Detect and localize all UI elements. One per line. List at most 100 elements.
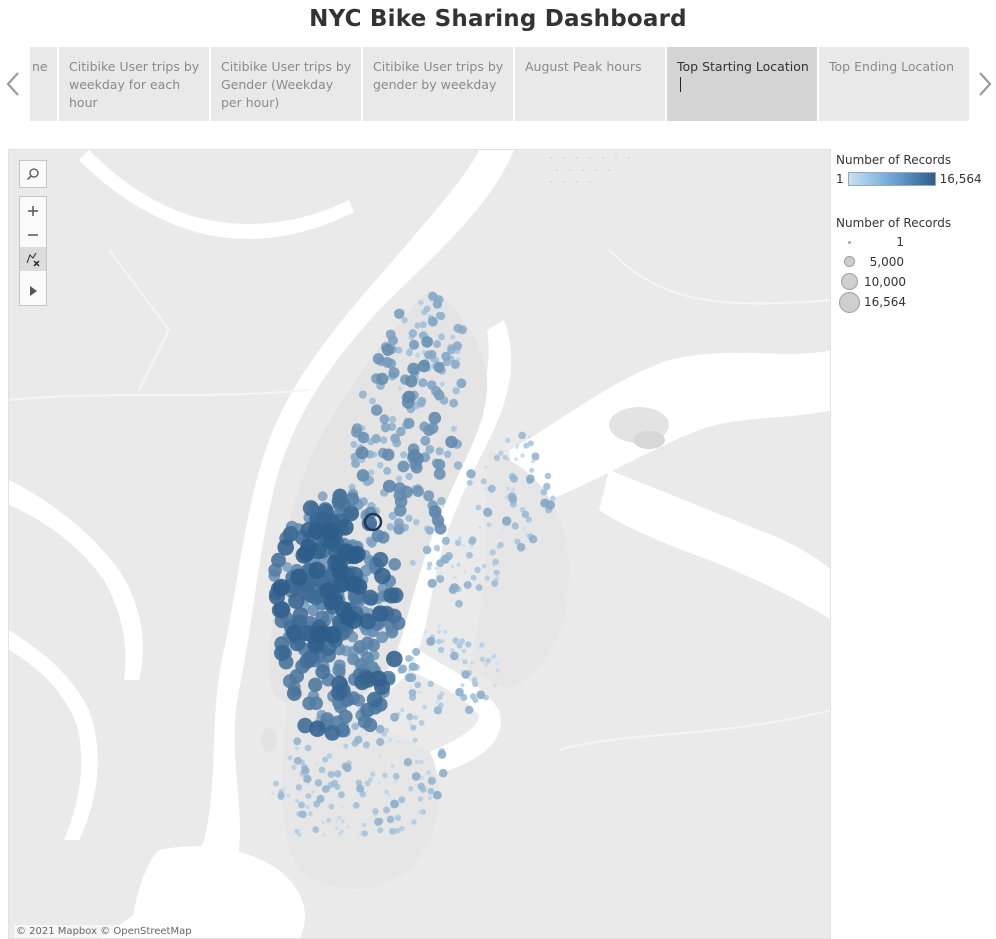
station-point[interactable] <box>341 805 345 809</box>
station-point[interactable] <box>374 567 391 585</box>
station-point[interactable] <box>470 693 477 700</box>
station-point[interactable] <box>468 537 476 545</box>
station-point[interactable] <box>324 725 341 741</box>
station-point[interactable] <box>295 784 303 791</box>
station-point[interactable] <box>418 690 422 694</box>
station-point[interactable] <box>454 539 462 546</box>
station-point[interactable] <box>288 592 305 609</box>
station-point[interactable] <box>418 299 424 306</box>
tab-trips-by-gender-hour[interactable]: Citibike User trips by Gender (Weekday p… <box>211 47 361 121</box>
station-point[interactable] <box>379 436 388 444</box>
station-point[interactable] <box>317 491 328 502</box>
station-point[interactable] <box>315 664 331 680</box>
station-point[interactable] <box>360 728 364 732</box>
station-point[interactable] <box>498 450 504 456</box>
station-point[interactable] <box>461 670 471 679</box>
station-point[interactable] <box>298 801 305 809</box>
station-point[interactable] <box>305 793 312 800</box>
station-point[interactable] <box>398 664 408 674</box>
station-point[interactable] <box>412 737 418 743</box>
station-point[interactable] <box>293 737 302 746</box>
station-point[interactable] <box>316 794 325 803</box>
station-point[interactable] <box>438 333 445 341</box>
station-point[interactable] <box>287 755 293 761</box>
station-point[interactable] <box>510 475 518 483</box>
station-point[interactable] <box>406 713 414 721</box>
station-point[interactable] <box>395 475 403 482</box>
station-point[interactable] <box>390 712 399 722</box>
tab-top-ending-location[interactable]: Top Ending Location <box>819 47 969 121</box>
station-point[interactable] <box>502 454 508 461</box>
station-point[interactable] <box>271 791 275 796</box>
station-point[interactable] <box>452 387 460 395</box>
station-point[interactable] <box>390 433 400 444</box>
station-point[interactable] <box>466 551 473 559</box>
station-point[interactable] <box>410 724 417 731</box>
station-point[interactable] <box>427 561 433 567</box>
station-point[interactable] <box>432 790 442 800</box>
station-point[interactable] <box>452 637 459 644</box>
station-point[interactable] <box>331 493 347 509</box>
station-point[interactable] <box>386 650 403 668</box>
station-point[interactable] <box>394 495 408 508</box>
station-point[interactable] <box>376 372 389 385</box>
station-point[interactable] <box>322 833 326 837</box>
station-point[interactable] <box>437 750 447 759</box>
station-point[interactable] <box>525 474 535 484</box>
station-point[interactable] <box>422 545 432 555</box>
station-point[interactable] <box>489 549 496 556</box>
station-point[interactable] <box>412 485 424 498</box>
zoom-in-icon[interactable] <box>20 199 46 223</box>
station-point[interactable] <box>466 469 476 479</box>
station-point[interactable] <box>464 705 474 715</box>
station-point[interactable] <box>407 673 417 683</box>
station-point[interactable] <box>294 746 300 751</box>
tab-trips-by-weekday-hour[interactable]: Citibike User trips by weekday for each … <box>59 47 209 121</box>
station-point[interactable] <box>514 457 518 462</box>
station-point[interactable] <box>487 484 496 493</box>
station-point[interactable] <box>421 336 433 348</box>
station-point[interactable] <box>361 830 368 837</box>
station-point[interactable] <box>470 660 475 665</box>
station-point[interactable] <box>345 824 350 829</box>
station-point[interactable] <box>479 642 485 648</box>
station-point[interactable] <box>405 654 413 663</box>
station-point[interactable] <box>414 759 420 765</box>
station-point[interactable] <box>511 522 519 530</box>
station-point[interactable] <box>370 771 376 777</box>
station-point[interactable] <box>440 554 450 564</box>
next-story-point-icon[interactable] <box>974 67 996 101</box>
station-point[interactable] <box>354 735 363 744</box>
station-point[interactable] <box>455 687 464 697</box>
station-point[interactable] <box>463 581 472 589</box>
station-point[interactable] <box>360 636 375 650</box>
station-point[interactable] <box>294 798 300 803</box>
station-point[interactable] <box>422 704 428 710</box>
station-point[interactable] <box>356 784 365 793</box>
station-point[interactable] <box>311 790 315 794</box>
station-point[interactable] <box>379 414 390 425</box>
station-point[interactable] <box>433 544 440 552</box>
station-point[interactable] <box>529 467 535 473</box>
station-point[interactable] <box>309 720 326 737</box>
station-point[interactable] <box>358 390 367 399</box>
station-point[interactable] <box>352 802 360 809</box>
station-point[interactable] <box>437 694 443 700</box>
station-point[interactable] <box>433 468 446 480</box>
station-point[interactable] <box>441 351 451 362</box>
station-point[interactable] <box>486 522 492 528</box>
station-point[interactable] <box>371 404 383 416</box>
station-point[interactable] <box>484 575 490 581</box>
map-search-tool[interactable] <box>19 160 47 188</box>
station-point[interactable] <box>493 569 500 576</box>
station-point[interactable] <box>388 367 400 379</box>
station-point[interactable] <box>427 349 437 360</box>
station-point[interactable] <box>364 732 368 736</box>
station-point[interactable] <box>456 562 461 567</box>
station-point[interactable] <box>376 461 384 469</box>
station-point[interactable] <box>437 312 446 321</box>
station-point[interactable] <box>315 763 319 767</box>
station-point[interactable] <box>407 362 420 375</box>
station-point[interactable] <box>372 808 379 815</box>
station-point[interactable] <box>277 791 285 799</box>
